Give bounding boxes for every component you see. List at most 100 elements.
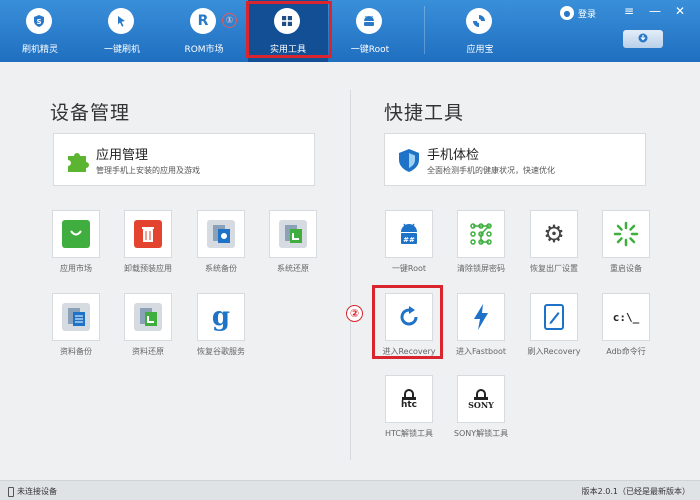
top-nav-bar: S 刷机精灵 一键刷机 R ROM市场 ① 实用工具 一键Root 应用宝 ● …: [0, 0, 700, 62]
tool-label: 重启设备: [610, 264, 642, 273]
highlight-utility-tools: [246, 1, 332, 58]
nav-separator: [424, 6, 425, 54]
section-title-device-management: 设备管理: [50, 102, 131, 124]
status-bar: 未连接设备 版本2.0.1（已经是最新版本）: [0, 480, 700, 500]
google-g-icon: g: [211, 302, 231, 332]
tool-label: 资料还原: [132, 347, 164, 356]
htc-logo-text: htc: [400, 400, 418, 410]
svg-text:##: ##: [403, 236, 415, 244]
close-button[interactable]: ✕: [672, 4, 688, 18]
tool-data-backup[interactable]: 资料备份: [46, 293, 106, 359]
nav-label: ROM市场: [184, 45, 224, 55]
svg-text:S: S: [36, 18, 41, 26]
phone-checkup-card[interactable]: 手机体检 全面检测手机的健康状况，快速优化: [384, 133, 646, 186]
system-backup-icon: [207, 220, 235, 248]
pattern-lock-icon: [467, 220, 495, 248]
tool-label: Adb命令行: [606, 347, 646, 356]
tool-app-market[interactable]: 应用市场: [46, 210, 106, 276]
tool-clear-lock-password[interactable]: 清除锁屏密码: [451, 210, 511, 276]
tool-data-restore[interactable]: 资料还原: [118, 293, 178, 359]
tool-factory-reset[interactable]: ⚙ 恢复出厂设置: [524, 210, 584, 276]
main-content: 设备管理 快捷工具 应用管理 管理手机上安装的应用及游戏 手机体检 全面检测手机…: [0, 62, 700, 480]
card-title: 应用管理: [96, 148, 149, 163]
card-subtitle: 全面检测手机的健康状况，快速优化: [427, 166, 555, 175]
tool-one-click-root[interactable]: ## 一键Root: [379, 210, 439, 276]
tool-label: SONY解锁工具: [453, 429, 509, 438]
rom-r-icon: R: [190, 8, 216, 34]
nav-item-rom-market[interactable]: R ROM市场: [164, 0, 244, 62]
android-root-icon: [356, 8, 382, 34]
htc-lock-icon: htc: [385, 375, 433, 423]
tool-label: 资料备份: [60, 347, 92, 356]
shopping-bag-icon: [62, 220, 90, 248]
tool-label: 一键Root: [391, 264, 427, 273]
login-link[interactable]: ● 登录: [560, 6, 596, 20]
nav-label: 应用宝: [466, 45, 494, 55]
health-shield-icon: [395, 146, 423, 174]
tool-label: 卸载预装应用: [124, 264, 172, 273]
trash-icon: [134, 220, 162, 248]
tool-label: 恢复谷歌服务: [197, 347, 245, 356]
nav-item-one-click-root[interactable]: 一键Root: [330, 0, 410, 62]
reboot-spinner-icon: [612, 220, 640, 248]
puzzle-icon: [64, 146, 92, 174]
sony-logo-text: SONY: [468, 400, 494, 410]
gears-icon: ⚙: [543, 220, 565, 248]
nav-item-yingyongbao[interactable]: 应用宝: [440, 0, 520, 62]
nav-item-shuaji-jingling[interactable]: S 刷机精灵: [0, 0, 80, 62]
step-badge-1: ①: [222, 13, 237, 28]
download-icon: [638, 33, 648, 46]
tablet-edit-icon: [540, 303, 568, 331]
device-status: 未连接设备: [8, 486, 57, 497]
lightning-icon: [467, 303, 495, 331]
tool-reboot-device[interactable]: 重启设备: [596, 210, 656, 276]
tool-system-backup[interactable]: 系统备份: [191, 210, 251, 276]
device-status-text: 未连接设备: [17, 487, 57, 496]
phone-icon: [8, 486, 14, 497]
minimize-button[interactable]: —: [647, 4, 663, 18]
cursor-arrow-icon: [108, 8, 134, 34]
tool-label: 刷入Recovery: [527, 347, 581, 356]
tool-label: 进入Fastboot: [455, 347, 507, 356]
tool-label: 清除锁屏密码: [457, 264, 505, 273]
card-subtitle: 管理手机上安装的应用及游戏: [96, 166, 200, 175]
tool-enter-fastboot[interactable]: 进入Fastboot: [451, 293, 511, 359]
tool-adb-command-line[interactable]: c:\_ Adb命令行: [596, 293, 656, 359]
shield-s-icon: S: [26, 8, 52, 34]
user-avatar-icon: ●: [560, 6, 574, 20]
tool-htc-unlock[interactable]: htc HTC解锁工具: [379, 375, 439, 441]
tool-uninstall-preinstalled[interactable]: 卸载预装应用: [118, 210, 178, 276]
step-badge-2: ②: [346, 305, 363, 322]
android-root-icon: ##: [395, 220, 423, 248]
tool-enter-recovery[interactable]: 进入Recovery: [379, 293, 439, 359]
download-button[interactable]: [623, 30, 663, 48]
tool-label: HTC解锁工具: [384, 429, 434, 438]
login-label: 登录: [578, 9, 597, 20]
tool-label: 系统还原: [277, 264, 309, 273]
tool-label: 进入Recovery: [382, 347, 436, 356]
system-restore-icon: [279, 220, 307, 248]
sony-lock-icon: SONY: [457, 375, 505, 423]
yingyongbao-logo-icon: [466, 8, 492, 34]
tool-label: 恢复出厂设置: [530, 264, 578, 273]
terminal-icon: c:\_: [612, 310, 640, 324]
app-management-card[interactable]: 应用管理 管理手机上安装的应用及游戏: [53, 133, 315, 186]
tool-label: 系统备份: [205, 264, 237, 273]
tool-restore-google-services[interactable]: g 恢复谷歌服务: [191, 293, 251, 359]
section-title-quick-tools: 快捷工具: [384, 102, 465, 124]
nav-item-one-click-flash[interactable]: 一键刷机: [82, 0, 162, 62]
tool-flash-recovery[interactable]: 刷入Recovery: [524, 293, 584, 359]
tool-label: 应用市场: [60, 264, 92, 273]
data-restore-icon: [134, 303, 162, 331]
nav-label: 一键Root: [350, 45, 390, 55]
nav-label: 刷机精灵: [21, 45, 58, 55]
version-text: 版本2.0.1（已经是最新版本）: [581, 487, 690, 496]
card-title: 手机体检: [427, 148, 480, 163]
section-divider: [350, 90, 351, 460]
refresh-arrow-icon: [395, 303, 423, 331]
data-backup-icon: [62, 303, 90, 331]
menu-button[interactable]: ≡: [621, 4, 637, 18]
nav-label: 一键刷机: [103, 45, 140, 55]
tool-sony-unlock[interactable]: SONY SONY解锁工具: [451, 375, 511, 441]
tool-system-restore[interactable]: 系统还原: [263, 210, 323, 276]
